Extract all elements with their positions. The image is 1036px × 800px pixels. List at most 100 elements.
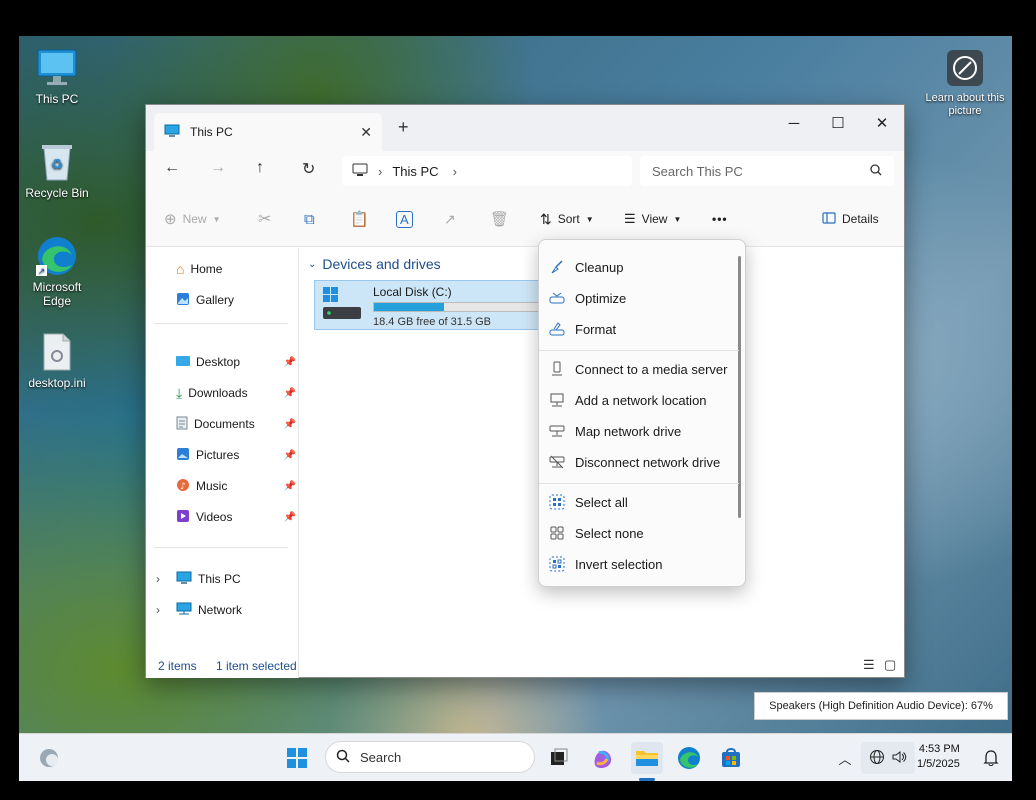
menu-item-invert-selection[interactable]: Invert selection bbox=[549, 551, 739, 577]
rename-button[interactable]: A bbox=[396, 205, 413, 233]
active-app-indicator bbox=[639, 778, 655, 781]
camera-info-icon bbox=[943, 46, 987, 90]
tab-this-pc[interactable]: This PC ✕ bbox=[154, 113, 382, 151]
sidebar-item-desktop[interactable]: Desktop 📌 bbox=[176, 352, 296, 372]
menu-item-select-all[interactable]: Select all bbox=[549, 489, 739, 515]
chevron-right-icon[interactable]: › bbox=[156, 572, 170, 586]
chevron-right-icon[interactable]: › bbox=[453, 164, 457, 179]
pin-icon[interactable]: 📌 bbox=[284, 388, 296, 399]
microsoft-store-icon[interactable] bbox=[715, 742, 747, 774]
delete-button[interactable]: 🗑 bbox=[490, 205, 509, 233]
pin-icon[interactable]: 📌 bbox=[284, 357, 296, 368]
clock[interactable]: 4:53 PM 1/5/2025 bbox=[917, 742, 960, 772]
new-button[interactable]: ⊕ New ▼ bbox=[164, 205, 221, 233]
view-label: View bbox=[641, 212, 668, 226]
menu-item-select-none[interactable]: Select none bbox=[549, 520, 739, 546]
new-tab-button[interactable]: + bbox=[398, 117, 409, 138]
sidebar-item-gallery[interactable]: Gallery bbox=[176, 290, 296, 310]
menu-item-label: Optimize bbox=[575, 290, 627, 306]
cut-button[interactable]: ✂ bbox=[258, 205, 271, 233]
document-icon bbox=[176, 416, 188, 433]
desktop-icon-label: Recycle Bin bbox=[25, 186, 89, 200]
pin-icon[interactable]: 📌 bbox=[284, 419, 296, 430]
forward-button[interactable]: → bbox=[210, 159, 226, 177]
minimize-button[interactable]: ─ bbox=[772, 109, 816, 137]
pin-icon[interactable]: 📌 bbox=[284, 481, 296, 492]
up-button[interactable]: ↑ bbox=[256, 159, 264, 177]
notification-bell-icon[interactable] bbox=[975, 742, 1007, 774]
tiles-view-icon[interactable]: ▢ bbox=[884, 657, 896, 673]
file-explorer-taskbar-icon[interactable] bbox=[631, 742, 663, 774]
settings-file-icon bbox=[35, 330, 79, 374]
breadcrumb-item[interactable]: This PC bbox=[392, 164, 438, 179]
menu-item-label: Format bbox=[575, 321, 617, 337]
sidebar-item-videos[interactable]: Videos 📌 bbox=[176, 507, 296, 527]
breadcrumb[interactable]: › This PC › bbox=[342, 156, 632, 186]
details-button[interactable]: Details bbox=[822, 205, 879, 233]
task-view-icon[interactable] bbox=[543, 742, 575, 774]
sidebar-item-label: Pictures bbox=[196, 448, 240, 462]
copy-button[interactable]: ⧉ bbox=[304, 205, 315, 233]
chevron-right-icon[interactable]: › bbox=[378, 164, 382, 179]
maximize-button[interactable]: ☐ bbox=[816, 109, 860, 137]
menu-item-disconnect-network-drive[interactable]: Disconnect network drive bbox=[549, 449, 739, 475]
desktop-icon-recycle-bin[interactable]: ♻ Recycle Bin bbox=[19, 140, 95, 200]
view-button[interactable]: ☰ View ▼ bbox=[624, 205, 681, 233]
details-pane-icon bbox=[822, 211, 836, 227]
taskbar-search[interactable]: Search bbox=[325, 741, 535, 773]
learn-about-picture[interactable]: Learn about this picture bbox=[925, 46, 1005, 118]
menu-item-label: Map network drive bbox=[575, 423, 682, 439]
sidebar-item-downloads[interactable]: ⤓ Downloads 📌 bbox=[176, 383, 296, 403]
drive-name: Local Disk (C:) bbox=[373, 285, 452, 299]
sort-button[interactable]: ⇅ Sort ▼ bbox=[540, 205, 594, 233]
search-icon bbox=[336, 749, 350, 766]
refresh-button[interactable]: ↻ bbox=[302, 159, 315, 179]
close-tab-icon[interactable]: ✕ bbox=[360, 124, 372, 141]
menu-item-optimize[interactable]: Optimize bbox=[549, 285, 739, 311]
optimize-icon bbox=[549, 290, 565, 306]
select-all-icon bbox=[549, 494, 565, 510]
desktop-icon-desktop-ini[interactable]: desktop.ini bbox=[19, 330, 95, 390]
menu-item-add-network-location[interactable]: Add a network location bbox=[549, 387, 739, 413]
chevron-down-icon: ⌄ bbox=[308, 258, 317, 270]
file-explorer-window: This PC ✕ + ─ ☐ ✕ ← → ↑ ↻ › This PC › Se… bbox=[145, 104, 905, 678]
desktop-icon-this-pc[interactable]: This PC bbox=[19, 46, 95, 106]
start-button[interactable] bbox=[281, 742, 313, 774]
desktop-folder-icon bbox=[176, 355, 190, 370]
menu-item-cleanup[interactable]: Cleanup bbox=[549, 254, 739, 280]
new-label: New bbox=[182, 212, 207, 226]
taskbar-search-label: Search bbox=[360, 749, 402, 765]
desktop-icon-edge[interactable]: ↗ Microsoft Edge bbox=[19, 234, 95, 308]
drive-item-c[interactable]: Local Disk (C:) 18.4 GB free of 31.5 GB bbox=[314, 280, 554, 330]
edge-icon[interactable] bbox=[673, 742, 705, 774]
paste-button[interactable]: 📋 bbox=[350, 205, 369, 233]
close-button[interactable]: ✕ bbox=[860, 109, 904, 137]
sidebar-item-home[interactable]: ⌂ Home bbox=[176, 259, 296, 279]
back-button[interactable]: ← bbox=[164, 159, 180, 177]
more-options-button[interactable]: ••• bbox=[712, 205, 728, 233]
chevron-up-icon[interactable]: ︿ bbox=[829, 742, 861, 774]
copilot-icon[interactable] bbox=[587, 742, 619, 774]
chevron-down-icon: ▼ bbox=[673, 214, 682, 224]
sidebar-item-this-pc[interactable]: › This PC bbox=[156, 569, 296, 589]
drive-icon bbox=[321, 285, 363, 325]
share-button[interactable]: ↗ bbox=[444, 205, 456, 233]
divider bbox=[154, 323, 288, 324]
sidebar-item-pictures[interactable]: Pictures 📌 bbox=[176, 445, 296, 465]
sidebar-item-network[interactable]: › Network bbox=[156, 600, 296, 620]
edge-icon: ↗ bbox=[35, 234, 79, 278]
search-input[interactable]: Search This PC bbox=[640, 156, 894, 186]
pin-icon[interactable]: 📌 bbox=[284, 512, 296, 523]
menu-item-format[interactable]: Format bbox=[549, 316, 739, 342]
weather-widget-icon[interactable] bbox=[33, 742, 65, 774]
menu-item-connect-media-server[interactable]: Connect to a media server bbox=[549, 356, 739, 382]
chevron-right-icon[interactable]: › bbox=[156, 603, 170, 617]
pin-icon[interactable]: 📌 bbox=[284, 450, 296, 461]
details-view-icon[interactable]: ☰ bbox=[863, 657, 875, 673]
sidebar-item-documents[interactable]: Documents 📌 bbox=[176, 414, 296, 434]
group-header[interactable]: ⌄ Devices and drives bbox=[308, 256, 441, 272]
quick-settings-button[interactable] bbox=[861, 742, 915, 774]
sidebar-item-music[interactable]: ♪ Music 📌 bbox=[176, 476, 296, 496]
menu-item-map-network-drive[interactable]: Map network drive bbox=[549, 418, 739, 444]
tab-label: This PC bbox=[190, 125, 233, 139]
